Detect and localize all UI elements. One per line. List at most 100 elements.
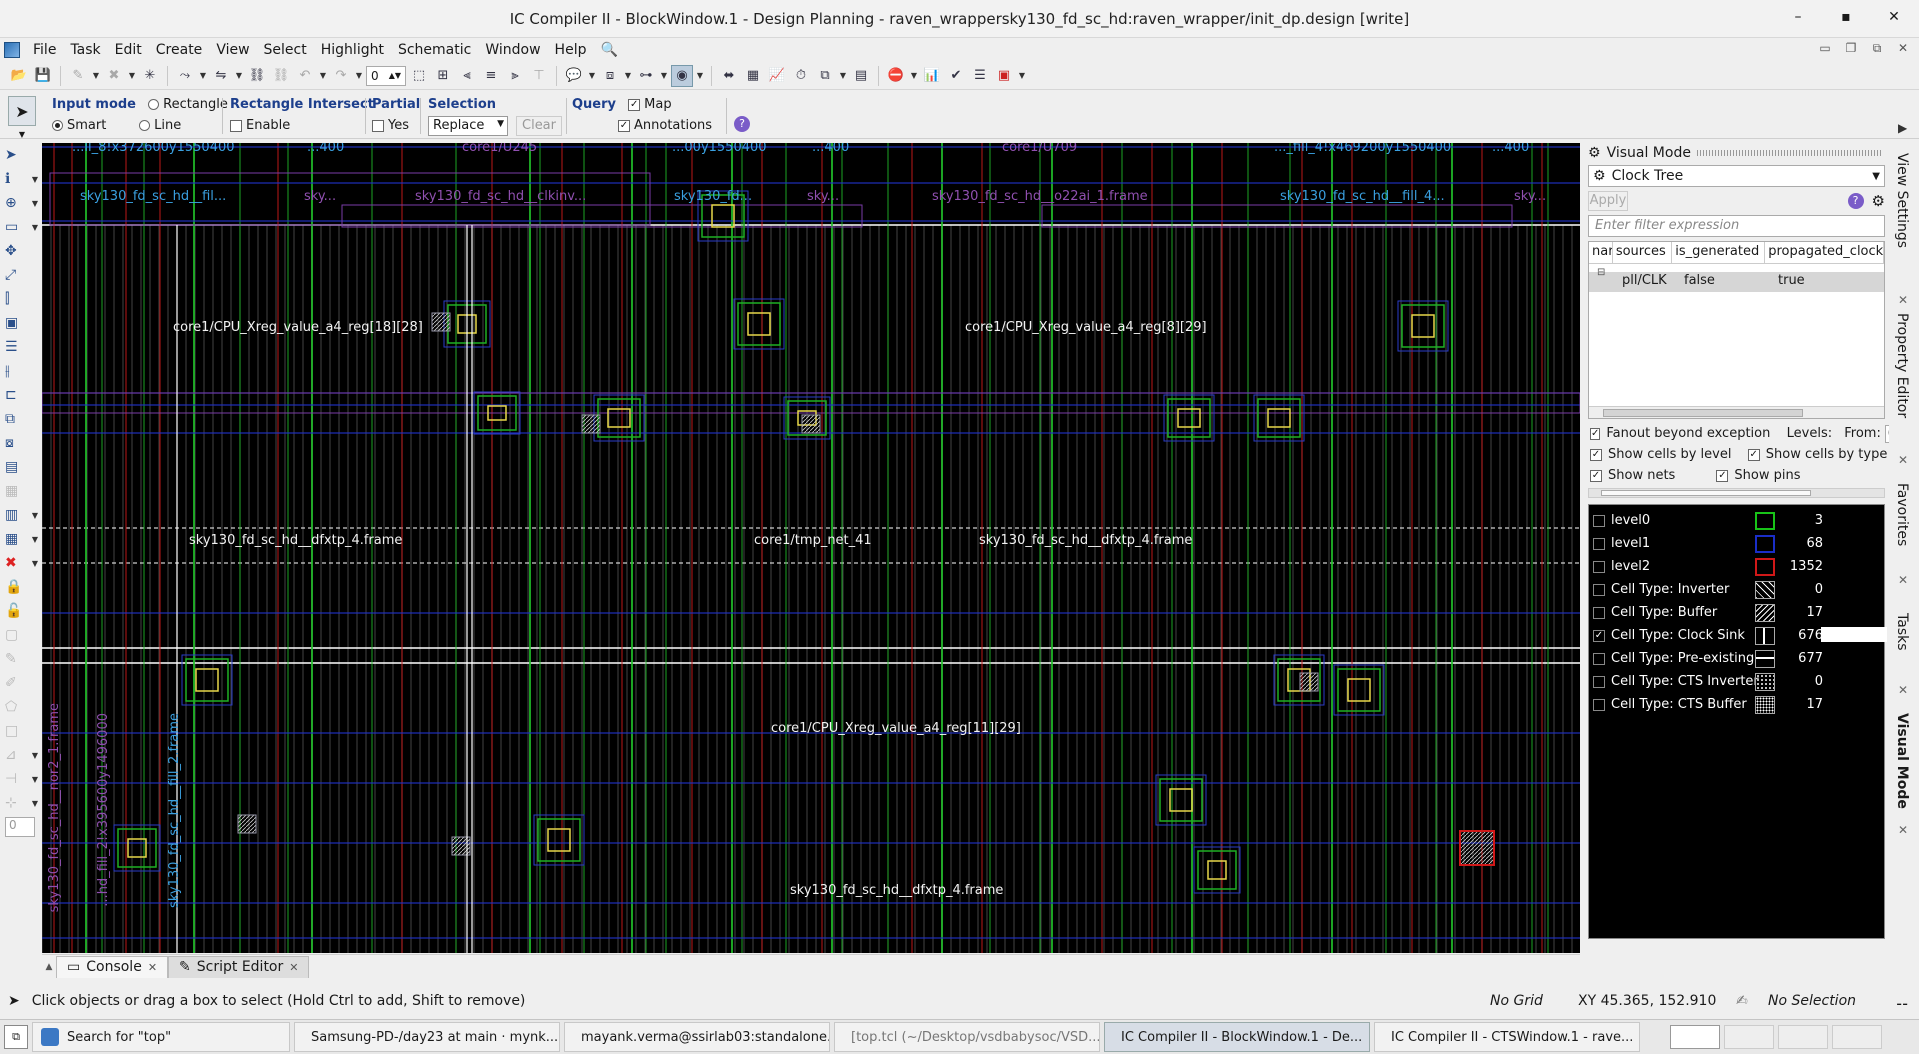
column-header[interactable]: propagated_clock [1765,242,1884,263]
menu-schematic[interactable]: Schematic [391,42,478,58]
pen-icon[interactable]: ✎ [67,65,89,87]
task-terminal[interactable]: mayank.verma@ssirlab03:standalone... [564,1022,830,1052]
enable-checkbox[interactable] [230,119,242,132]
annotations-checkbox[interactable]: ✓ [618,119,630,132]
tab-tasks[interactable]: Tasks [1894,613,1910,651]
menu-select[interactable]: Select [257,42,314,58]
group-icon[interactable]: ⧇ [0,431,42,455]
layer-icon[interactable]: ▦ [0,479,42,503]
legend-item[interactable]: Cell Type: Inverter 0 [1589,578,1884,601]
chevron-down-icon[interactable]: ▼ [659,71,669,80]
mode-dropdown[interactable]: ⚙ Clock Tree [1588,165,1885,187]
restore-icon[interactable]: ❐ [1843,41,1859,55]
bars-icon[interactable]: ▦ ▼ [0,527,42,551]
save-view-icon[interactable]: ▣ [0,311,42,335]
step-spinbox[interactable]: 0 ▲▼ [366,65,406,86]
route-icon[interactable]: ⤳ [174,65,196,87]
tab-console[interactable]: ▭ Console ✕ [56,955,169,978]
chevron-down-icon[interactable]: ▼ [1017,71,1027,80]
ruler-icon[interactable]: ⊣ ▼ [0,767,42,791]
lock-icon[interactable]: 🔒 [0,575,42,599]
visual-mode-icon[interactable]: ◉ [671,64,693,87]
show-type-checkbox[interactable]: ✓ [1747,448,1760,461]
menu-edit[interactable]: Edit [108,42,149,58]
legend-item[interactable]: level0 3 [1589,509,1884,532]
workspace-3[interactable] [1778,1025,1828,1049]
layout-graphics[interactable] [42,143,1580,953]
legend-swatch[interactable] [1755,603,1775,622]
zoom-icon[interactable]: ⊞ [432,65,454,87]
smart-radio[interactable] [52,120,63,131]
pin-icon[interactable]: ⬌ [718,65,740,87]
chevron-down-icon[interactable]: ▼ [127,71,137,80]
desktop-icon[interactable]: ⧉ [4,1025,28,1049]
info-icon[interactable]: ℹ ▼ [0,167,42,191]
legend-swatch[interactable] [1755,557,1775,576]
chart-icon[interactable]: 📈 [766,65,788,87]
select-arrow-icon[interactable]: ➤ [0,143,42,167]
spin-arrows-icon[interactable]: ▲▼ [389,71,401,80]
open-icon[interactable]: 📂 [8,65,30,87]
legend-item[interactable]: ✓ Cell Type: Clock Sink 676 [1589,624,1887,647]
options-scrollbar[interactable] [1588,488,1885,498]
close-icon[interactable]: ✕ [1898,573,1908,587]
chevron-down-icon[interactable]: ▼ [354,71,364,80]
split-icon[interactable]: ⫿ [0,287,42,311]
edit-icon[interactable]: ✎ [0,647,42,671]
drc-icon[interactable]: ⛔ [885,65,907,87]
table-row[interactable]: pll/CLK false true [1589,272,1884,292]
align-left-icon[interactable]: ⫷ [456,65,478,87]
minimize-icon[interactable]: – [1789,9,1807,25]
close-tab-icon[interactable]: ✕ [148,961,157,974]
expand-icon[interactable]: ⊟ [1597,267,1605,278]
fit-icon[interactable]: ⬚ [408,65,430,87]
legend-checkbox[interactable] [1593,698,1605,711]
tab-property-editor[interactable]: Property Editor [1894,313,1910,418]
menu-task[interactable]: Task [63,42,107,58]
rectangle-radio[interactable] [148,99,160,110]
brush-icon[interactable]: ✐ [0,671,42,695]
tab-view-settings[interactable]: View Settings [1894,153,1910,248]
legend-swatch[interactable] [1755,672,1775,691]
legend-item[interactable]: Cell Type: Pre-existing 677 [1589,647,1884,670]
redo-icon[interactable]: ↷ [330,65,352,87]
column-header[interactable]: nar [1589,242,1613,263]
workspace-4[interactable] [1832,1025,1882,1049]
show-nets-checkbox[interactable]: ✓ [1590,469,1602,482]
tile-icon[interactable]: ▭ [1817,41,1833,55]
left-value-input[interactable]: 0 [5,817,35,837]
menu-file[interactable]: File [26,42,63,58]
chevron-down-icon[interactable]: ▼ [19,130,25,139]
bracket-icon[interactable]: ⊏ [0,383,42,407]
scroll-thumb[interactable] [1603,409,1803,417]
chevron-down-icon[interactable]: ▼ [623,71,633,80]
close-icon[interactable]: ✕ [1898,453,1908,467]
check-icon[interactable]: ✔ [945,65,967,87]
column-header[interactable]: is_generated [1672,242,1766,263]
legend-checkbox[interactable] [1593,560,1605,573]
cells-icon[interactable]: ▤ [850,65,872,87]
fanout-checkbox[interactable]: ✓ [1590,427,1601,440]
expand-right-icon[interactable]: ▶ [1898,121,1907,135]
legend-swatch[interactable] [1755,534,1775,553]
chevron-down-icon[interactable]: ▼ [695,71,705,80]
close-tab-icon[interactable]: ✕ [289,961,298,974]
menu-window[interactable]: Window [478,42,547,58]
task-icc2-cts[interactable]: IC Compiler II - CTSWindow.1 - rave... [1374,1022,1640,1052]
shape-icon[interactable]: ⬠ [0,695,42,719]
chevron-down-icon[interactable]: ▼ [318,71,328,80]
legend-swatch[interactable] [1755,511,1775,530]
page-icon[interactable]: ▤ [0,455,42,479]
table-scrollbar[interactable] [1589,406,1884,418]
menu-highlight[interactable]: Highlight [314,42,391,58]
gear-icon[interactable]: ⚙ [1872,192,1885,210]
apply-button[interactable]: Apply [1588,191,1628,211]
legend-item[interactable]: Cell Type: Buffer 17 [1589,601,1884,624]
close-icon[interactable]: ✕ [1898,293,1908,307]
legend-item[interactable]: level2 1352 [1589,555,1884,578]
legend-checkbox[interactable] [1593,606,1605,619]
snap-icon[interactable]: ✳ [139,65,161,87]
zoom-tool-icon[interactable]: ⊕ ▼ [0,191,42,215]
note-icon[interactable]: ✍ [1736,993,1748,1009]
grid-icon[interactable]: ▦ [742,65,764,87]
